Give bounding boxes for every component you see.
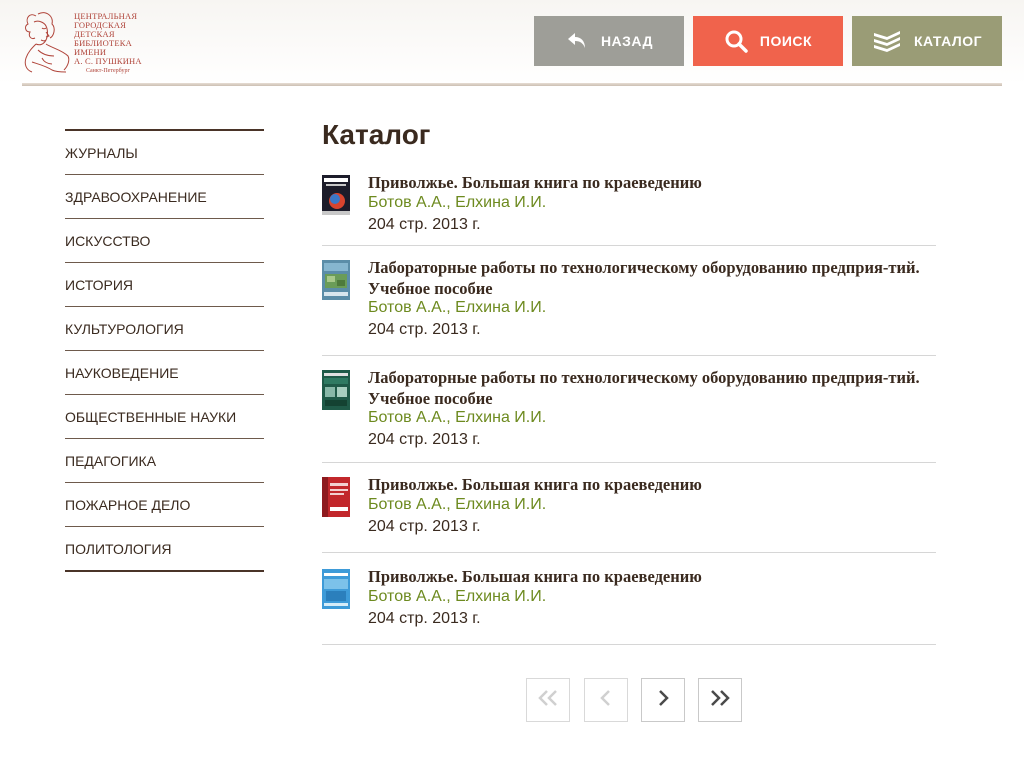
catalog-button[interactable]: КАТАЛОГ [852,16,1002,66]
double-chevron-left-icon [537,689,559,712]
book-meta: 204 стр. 2013 г. [368,610,481,627]
library-logo[interactable]: Центральная городская детская библиотека… [22,10,142,76]
book-item: Лабораторные работы по технологическому … [322,367,936,463]
search-icon [724,29,748,53]
double-chevron-right-icon [709,689,731,712]
sidebar-item-art[interactable]: Искусство [65,219,264,263]
book-title[interactable]: Приволжье. Большая книга по краеведению [368,566,938,587]
pagination-prev-button[interactable] [584,678,628,722]
book-cover-image[interactable] [322,370,350,410]
book-meta: 204 стр. 2013 г. [368,518,481,535]
sidebar-item-science-studies[interactable]: Науковедение [65,351,264,395]
catalog-label: КАТАЛОГ [913,33,983,49]
book-title[interactable]: Лабораторные работы по технологическому … [368,367,938,409]
header-divider [22,83,1002,86]
sidebar-item-history[interactable]: История [65,263,264,307]
search-button[interactable]: ПОИСК [693,16,843,66]
sidebar-item-fire-safety[interactable]: Пожарное дело [65,483,264,527]
chevron-left-icon [599,689,613,712]
back-arrow-icon [565,29,589,53]
sidebar-item-healthcare[interactable]: Здравоохранение [65,175,264,219]
book-item: Приволжье. Большая книга по краеведению … [322,474,936,553]
library-name: Центральная городская детская библиотека… [74,11,142,66]
book-meta: 204 стр. 2013 г. [368,321,481,338]
book-title[interactable]: Приволжье. Большая книга по краеведению [368,172,938,193]
sidebar-item-pedagogy[interactable]: Педагогика [65,439,264,483]
book-cover-image[interactable] [322,569,350,609]
book-cover-image[interactable] [322,260,350,300]
sidebar-item-cultural-studies[interactable]: Культурология [65,307,264,351]
pagination-last-button[interactable] [698,678,742,722]
book-authors[interactable]: Ботов А.А., Елхина И.И. [368,588,546,606]
book-authors[interactable]: Ботов А.А., Елхина И.И. [368,194,546,212]
book-title[interactable]: Лабораторные работы по технологическому … [368,257,938,299]
pagination-next-button[interactable] [641,678,685,722]
book-title[interactable]: Приволжье. Большая книга по краеведению [368,474,938,495]
sidebar-item-political-science[interactable]: Политология [65,527,264,572]
book-item: Приволжье. Большая книга по краеведению … [322,172,936,246]
book-cover-image[interactable] [322,477,350,517]
book-meta: 204 стр. 2013 г. [368,431,481,448]
book-authors[interactable]: Ботов А.А., Елхина И.И. [368,299,546,317]
back-button[interactable]: НАЗАД [534,16,684,66]
book-item: Лабораторные работы по технологическому … [322,257,936,356]
page-title: Каталог [322,119,431,150]
search-label: ПОИСК [759,33,813,49]
book-authors[interactable]: Ботов А.А., Елхина И.И. [368,409,546,427]
book-authors[interactable]: Ботов А.А., Елхина И.И. [368,496,546,514]
back-label: НАЗАД [600,33,654,49]
pagination-first-button[interactable] [526,678,570,722]
chevron-right-icon [656,689,670,712]
sidebar-item-journals[interactable]: Журналы [65,131,264,175]
books-stack-icon [872,29,902,53]
pushkin-portrait-icon [24,12,70,73]
library-city: Санкт-Петербург [86,68,130,74]
category-sidebar: Журналы Здравоохранение Искусство Истори… [65,129,264,572]
book-cover-image[interactable] [322,175,350,215]
sidebar-item-social-sciences[interactable]: Общественные науки [65,395,264,439]
book-meta: 204 стр. 2013 г. [368,216,481,233]
book-item: Приволжье. Большая книга по краеведению … [322,566,936,645]
